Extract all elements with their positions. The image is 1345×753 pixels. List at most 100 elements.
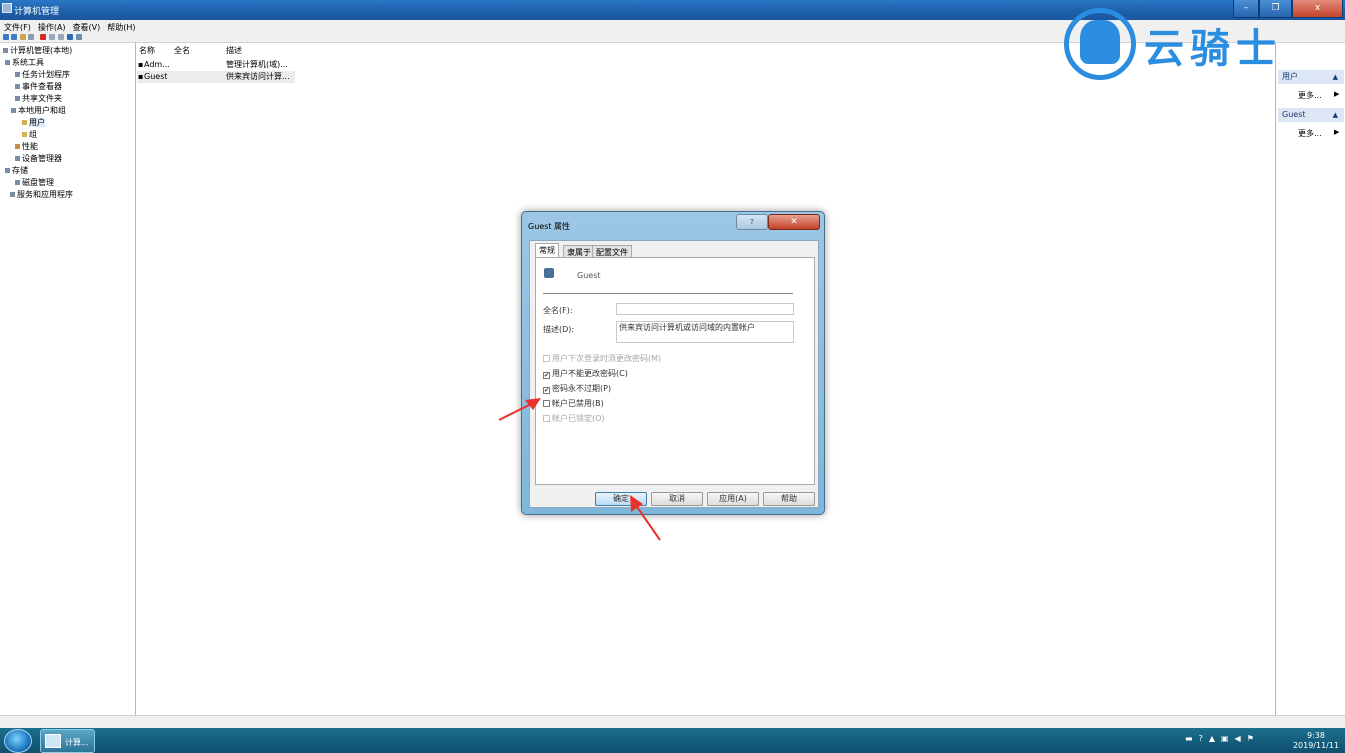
tree-item-services-apps[interactable]: 服务和应用程序 (10, 189, 73, 200)
taskbar-item-computer-management[interactable]: 计算... (40, 729, 95, 753)
fullname-field[interactable] (616, 303, 794, 315)
collapse-icon: ▲ (1332, 111, 1338, 119)
window-title: 计算机管理 (14, 7, 60, 17)
account-disabled-checkbox[interactable]: 帐户已禁用(B) (543, 398, 604, 409)
menu-action[interactable]: 操作(A) (34, 20, 69, 33)
export-icon[interactable] (58, 34, 64, 40)
column-header-fullname[interactable]: 全名 (174, 45, 190, 56)
properties-icon[interactable] (49, 34, 55, 40)
cannot-change-password-checkbox[interactable]: ✔ 用户不能更改密码(C) (543, 368, 628, 379)
username-label: Guest (577, 271, 601, 280)
must-change-password-checkbox[interactable]: 用户下次登录时须更改密码(M) (543, 353, 661, 364)
dialog-body: 常规 隶属于 配置文件 Guest 全名(F): 描述(D): 供来宾访问计算机… (529, 240, 819, 508)
account-locked-checkbox[interactable]: 帐户已锁定(O) (543, 413, 605, 424)
system-tray: ▬? ▲ ▣ ◀ ⚑ (1185, 734, 1260, 743)
password-never-expires-checkbox[interactable]: ✔ 密码永不过期(P) (543, 383, 611, 394)
disk-icon (15, 180, 20, 185)
status-bar (0, 715, 1345, 728)
tree-item-local-users[interactable]: 本地用户和组 (11, 105, 66, 116)
tree-item-system-tools[interactable]: 系统工具 (5, 57, 44, 68)
forward-icon[interactable] (11, 34, 17, 40)
clock-time: 9:38 (1307, 731, 1325, 740)
user-icon: ▪ (138, 60, 144, 69)
tree-item-task-scheduler[interactable]: 任务计划程序 (15, 69, 70, 80)
fullname-label: 全名(F): (543, 306, 573, 315)
user-icon: ▪ (138, 72, 144, 81)
expand-tray-icon[interactable]: ▲ (1209, 734, 1215, 743)
tree-item-root[interactable]: 计算机管理(本地) (3, 45, 72, 56)
arrow-right-icon: ▶ (1334, 90, 1340, 98)
navigation-tree: 计算机管理(本地) 系统工具 任务计划程序 事件查看器 共享文件夹 本地用户和组… (0, 43, 136, 715)
menu-file[interactable]: 文件(F) (0, 20, 34, 33)
view-icon[interactable] (76, 34, 82, 40)
actions-section-header[interactable]: Guest ▲ (1278, 108, 1344, 122)
column-header-description[interactable]: 描述 (226, 45, 242, 56)
checkbox-box (543, 355, 550, 362)
taskbar: 计算... ▬? ▲ ▣ ◀ ⚑ 9:38 2019/11/11 (0, 728, 1345, 753)
storage-icon (5, 168, 10, 173)
shared-folder-icon (15, 96, 20, 101)
tab-general[interactable]: 常规 (535, 243, 559, 257)
start-button[interactable] (4, 729, 32, 753)
actions-pane: 用户 ▲ 更多... ▶ Guest ▲ 更多... ▶ (1275, 43, 1345, 715)
tools-icon (5, 60, 10, 65)
clock-date: 2019/11/11 (1292, 741, 1340, 750)
guest-properties-dialog: Guest 属性 ? ✕ 常规 隶属于 配置文件 Guest 全名(F): 描述… (521, 211, 825, 515)
computer-management-icon (45, 734, 61, 748)
more-actions-link[interactable]: 更多... ▶ (1298, 128, 1339, 139)
column-header-name[interactable]: 名称 (139, 45, 155, 56)
services-icon (10, 192, 15, 197)
checkmark-icon: ✔ (543, 372, 550, 379)
dialog-help-button[interactable]: ? (736, 214, 768, 230)
logo-text: 云骑士 (1144, 26, 1282, 72)
computer-management-icon (2, 3, 12, 13)
tab-profile[interactable]: 配置文件 (592, 245, 632, 257)
clock-icon (15, 72, 20, 77)
more-actions-link[interactable]: 更多... ▶ (1298, 90, 1339, 101)
help-icon[interactable]: ? (1199, 734, 1203, 743)
red-arrow-icon (498, 398, 541, 421)
menu-view[interactable]: 查看(V) (69, 20, 104, 33)
dialog-close-button[interactable]: ✕ (768, 214, 820, 230)
help-button[interactable]: 帮助 (763, 492, 815, 506)
network-icon[interactable]: ▣ (1221, 734, 1229, 743)
folder-icon (22, 132, 27, 137)
tree-item-shared-folders[interactable]: 共享文件夹 (15, 93, 62, 104)
menu-help[interactable]: 帮助(H) (103, 20, 138, 33)
event-icon (15, 84, 20, 89)
description-field[interactable]: 供来宾访问计算机或访问域的内置帐户 (616, 321, 794, 343)
table-row[interactable]: ▪ Guest 供来宾访问计算... (137, 71, 295, 83)
computer-icon (3, 48, 8, 53)
volume-icon[interactable]: ◀ (1235, 734, 1241, 743)
apply-button[interactable]: 应用(A) (707, 492, 759, 506)
collapse-icon: ▲ (1332, 73, 1338, 81)
device-icon (15, 156, 20, 161)
help-icon[interactable] (67, 34, 73, 40)
delete-icon[interactable] (40, 34, 46, 40)
clock[interactable]: 9:38 2019/11/11 (1290, 731, 1342, 751)
flag-icon[interactable]: ⚑ (1247, 734, 1254, 743)
back-icon[interactable] (3, 34, 9, 40)
user-icon (544, 268, 554, 278)
red-arrow-icon (630, 495, 661, 541)
tree-item-device-manager[interactable]: 设备管理器 (15, 153, 62, 164)
performance-icon (15, 144, 20, 149)
tree-item-groups[interactable]: 组 (22, 129, 37, 140)
divider (543, 293, 793, 294)
tree-item-storage[interactable]: 存储 (5, 165, 28, 176)
keyboard-icon[interactable]: ▬ (1185, 734, 1193, 743)
knight-icon (1080, 20, 1120, 64)
table-row[interactable]: ▪ Adm... 管理计算机(域)... (137, 59, 295, 71)
tree-item-disk-management[interactable]: 磁盘管理 (15, 177, 54, 188)
folder-icon (22, 120, 27, 125)
tree-item-users[interactable]: 用户 (22, 117, 45, 128)
arrow-right-icon: ▶ (1334, 128, 1340, 136)
console-icon[interactable] (28, 34, 34, 40)
dialog-title: Guest 属性 (528, 222, 571, 231)
tree-item-event-viewer[interactable]: 事件查看器 (15, 81, 62, 92)
tree-item-performance[interactable]: 性能 (15, 141, 38, 152)
folder-icon[interactable] (20, 34, 26, 40)
general-panel: Guest 全名(F): 描述(D): 供来宾访问计算机或访问域的内置帐户 用户… (535, 257, 815, 485)
watermark-logo: 云骑士 (1064, 6, 1319, 82)
tab-member-of[interactable]: 隶属于 (563, 245, 595, 257)
